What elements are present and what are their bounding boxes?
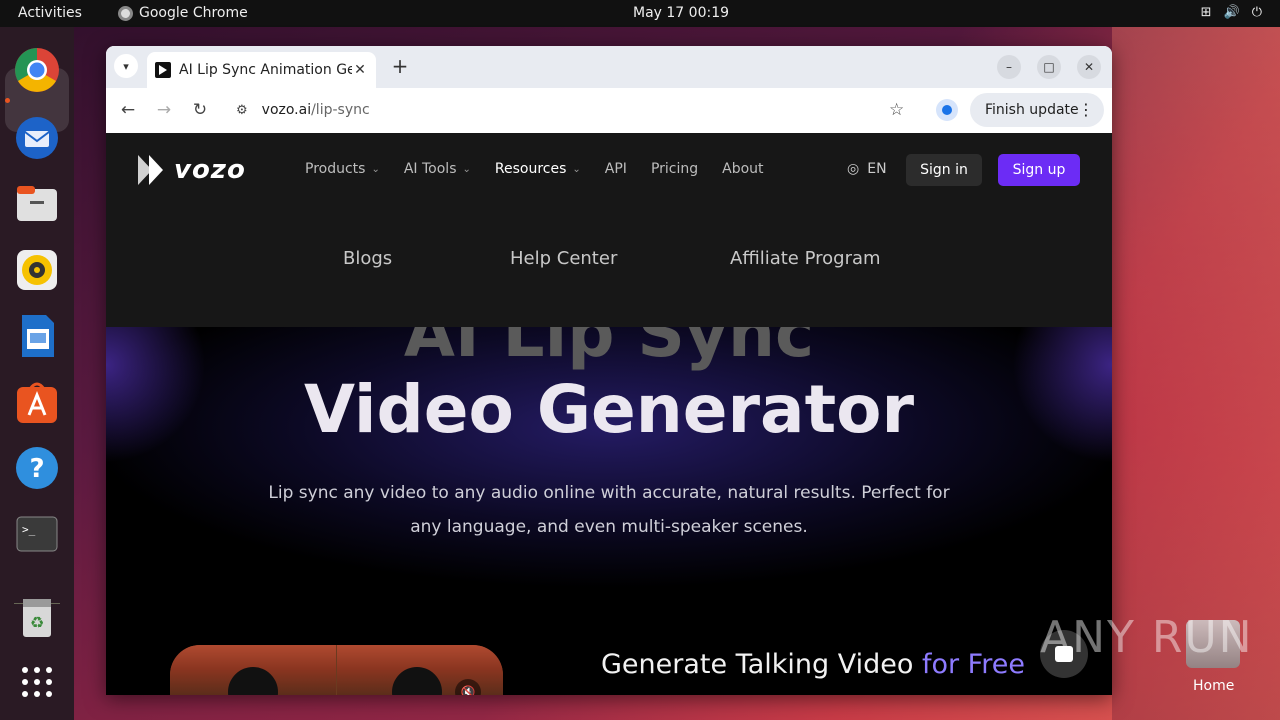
nav-label: Resources [494, 161, 567, 177]
terminal-icon[interactable]: >_ [14, 511, 60, 557]
for-free-text: for Free [921, 649, 1025, 680]
chevron-down-icon: ⌄ [462, 163, 471, 175]
generate-video-heading: Generate Talking Video for Free [601, 649, 1025, 680]
svg-text:♻: ♻ [30, 613, 44, 632]
nav-products[interactable]: Products ⌄ [305, 161, 380, 177]
clock[interactable]: May 17 00:19 [633, 5, 729, 21]
nav-pricing[interactable]: Pricing [651, 161, 698, 177]
running-indicator [5, 98, 10, 103]
globe-icon: ◎ [847, 161, 860, 177]
svg-text:>_: >_ [22, 523, 36, 536]
nav-about[interactable]: About [722, 161, 763, 177]
site-info-icon[interactable]: ⚙ [236, 103, 248, 118]
minimize-button[interactable]: – [997, 55, 1021, 79]
tab-search-button[interactable]: ▾ [114, 54, 138, 78]
chrome-small-icon [118, 5, 133, 21]
new-tab-button[interactable]: + [389, 55, 411, 77]
tab-strip: ▾ AI Lip Sync Animation Ge ✕ + – □ ✕ [106, 46, 1112, 88]
nav-resources[interactable]: Resources ⌄ [495, 161, 581, 177]
forward-button[interactable]: → [154, 100, 174, 120]
hero-title-line2: Video Generator [303, 371, 915, 448]
browser-toolbar: ← → ↻ ⚙ vozo.ai/lip-sync ☆ Finish update… [106, 88, 1112, 132]
writer-icon[interactable] [14, 313, 60, 359]
finish-update-label: Finish update [985, 102, 1079, 118]
tab-title: AI Lip Sync Animation Ge [179, 62, 352, 78]
finish-update-button[interactable]: Finish update ⋮ [970, 93, 1104, 127]
trash-icon[interactable]: ♻ [14, 595, 60, 641]
hero-description: Lip sync any video to any audio online w… [268, 483, 950, 537]
network-icon: ⊞ [1200, 5, 1212, 20]
web-page: AI Lip Sync Video Generator Lip sync any… [106, 133, 1112, 695]
language-selector[interactable]: ◎ EN [847, 161, 887, 177]
nav-api[interactable]: API [605, 161, 627, 177]
top-bar: Activities Google Chrome May 17 00:19 ⊞ … [0, 0, 1280, 27]
vozo-logo[interactable]: vozo [138, 155, 246, 185]
dropdown-link-affiliate-program[interactable]: Affiliate Program [730, 248, 881, 269]
anyrun-watermark: ANY RUN [1040, 612, 1254, 663]
chrome-icon[interactable] [14, 47, 60, 93]
thunderbird-icon[interactable] [14, 115, 60, 161]
main-nav: Products ⌄ AI Tools ⌄ Resources ⌄ API Prici… [305, 161, 788, 177]
rhythmbox-icon[interactable] [14, 247, 60, 293]
dropdown-link-help-center[interactable]: Help Center [510, 248, 617, 269]
dropdown-link-blogs[interactable]: Blogs [343, 248, 392, 269]
sign-in-button[interactable]: Sign in [906, 154, 982, 186]
chevron-down-icon: ⌄ [371, 163, 380, 175]
nav-label: Products [305, 161, 366, 177]
tab-active[interactable]: AI Lip Sync Animation Ge ✕ [147, 52, 376, 88]
system-tray[interactable]: ⊞ 🔊 ⏻ [1201, 5, 1262, 20]
home-label[interactable]: Home [1193, 678, 1234, 694]
nav-label: About [722, 161, 764, 177]
apps-grid-icon[interactable] [14, 659, 60, 705]
app-name: Google Chrome [139, 5, 248, 21]
app-center-icon[interactable] [14, 379, 60, 425]
svg-text:?: ? [29, 454, 44, 484]
files-icon[interactable] [14, 181, 60, 227]
app-menu[interactable]: Google Chrome [118, 5, 248, 21]
help-icon[interactable]: ? [14, 445, 60, 491]
nav-label: Pricing [650, 161, 699, 177]
generate-video-text: Generate Talking Video [601, 649, 922, 680]
chevron-down-icon: ⌄ [572, 163, 581, 175]
nav-label: AI Tools [403, 161, 457, 177]
dock: ? >_ ♻ [0, 27, 74, 720]
vozo-logo-icon [138, 155, 166, 185]
back-button[interactable]: ← [118, 100, 138, 120]
maximize-button[interactable]: □ [1037, 55, 1061, 79]
volume-icon: 🔊 [1223, 5, 1240, 20]
address-bar[interactable]: ⚙ vozo.ai/lip-sync [226, 93, 916, 127]
site-header: vozo Products ⌄ AI Tools ⌄ Resources ⌄ API … [106, 133, 1112, 327]
kebab-menu-icon[interactable]: ⋮ [1078, 100, 1094, 119]
vozo-favicon-icon [155, 62, 171, 78]
close-window-button[interactable]: ✕ [1077, 55, 1101, 79]
profile-avatar-icon[interactable] [936, 99, 958, 121]
language-label: EN [867, 161, 887, 177]
bookmark-star-icon[interactable]: ☆ [889, 100, 904, 120]
browser-window: ▾ AI Lip Sync Animation Ge ✕ + – □ ✕ ← →… [106, 46, 1112, 695]
logo-text: vozo [174, 155, 246, 185]
nav-label: API [604, 161, 627, 177]
activities-button[interactable]: Activities [18, 5, 82, 21]
url-host: vozo.ai [261, 102, 312, 118]
video-preview[interactable]: 🔇 [170, 645, 503, 695]
nav-ai-tools[interactable]: AI Tools ⌄ [404, 161, 471, 177]
url-path: /lip-sync [311, 102, 370, 118]
power-icon: ⏻ [1251, 5, 1262, 20]
close-tab-icon[interactable]: ✕ [352, 62, 368, 78]
sign-up-button[interactable]: Sign up [998, 154, 1080, 186]
chevron-down-icon: ▾ [123, 59, 129, 73]
reload-button[interactable]: ↻ [190, 100, 210, 120]
